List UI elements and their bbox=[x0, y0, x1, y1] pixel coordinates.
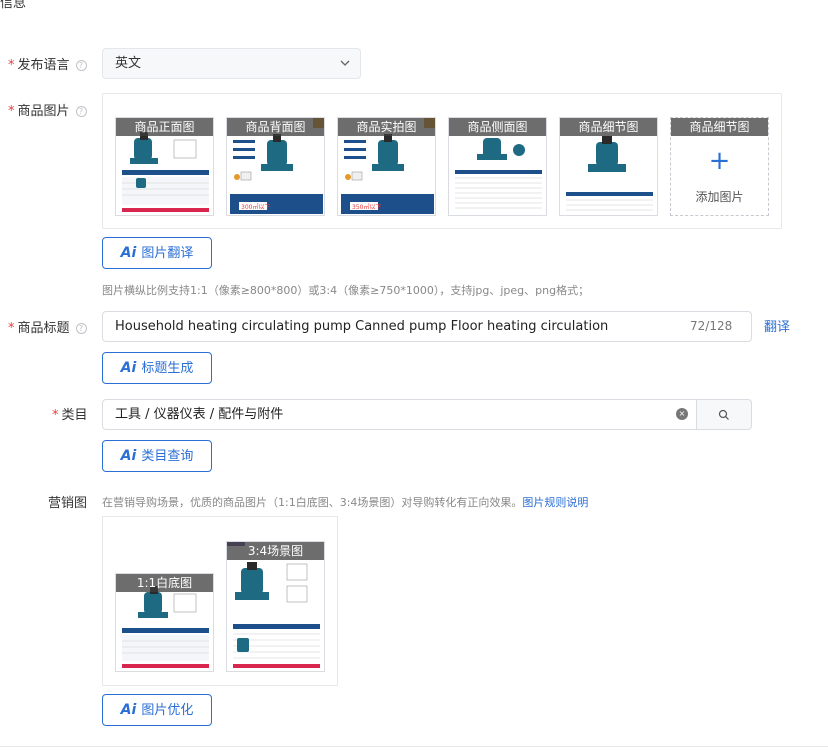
thumbnail-caption: 商品侧面图 bbox=[449, 118, 546, 136]
marketing-caption: 3:4场景图 bbox=[227, 542, 324, 560]
product-thumbnail-real[interactable]: 350㎡以下 商品实拍图 bbox=[337, 117, 436, 216]
ai-icon: Ai bbox=[120, 702, 137, 718]
category-search-button[interactable] bbox=[697, 399, 752, 430]
badge-text: 300㎡以下 bbox=[241, 203, 270, 211]
add-image-text: 添加图片 bbox=[695, 190, 744, 204]
marketing-hint: 在营销导购场景，优质的商品图片（1:1白底图、3:4场景图）对导购转化有正向效果… bbox=[102, 496, 589, 509]
image-format-hint: 图片横纵比例支持1:1（像素≥800*800）或3:4（像素≥750*1000）… bbox=[102, 284, 590, 297]
product-thumbnail-back[interactable]: 300㎡以下 商品背面图 bbox=[226, 117, 325, 216]
section-header-fragment: 信息 bbox=[0, 0, 27, 11]
ai-image-optimize-button[interactable]: Ai 图片优化 bbox=[102, 694, 212, 726]
ai-icon: Ai bbox=[120, 245, 137, 261]
thumbnail-caption: 商品正面图 bbox=[116, 118, 213, 136]
help-icon[interactable]: ? bbox=[75, 323, 87, 334]
bottom-divider bbox=[0, 746, 828, 747]
ai-title-generate-button[interactable]: Ai 标题生成 bbox=[102, 352, 212, 384]
title-char-counter: 72/128 bbox=[690, 319, 733, 333]
category-input[interactable]: 工具 / 仪器仪表 / 配件与附件 bbox=[102, 399, 697, 430]
marketing-caption: 1:1白底图 bbox=[116, 574, 213, 592]
category-label: * 类目 bbox=[52, 408, 88, 423]
image-rules-link[interactable]: 图片规则说明 bbox=[522, 496, 588, 509]
help-icon[interactable]: ? bbox=[75, 106, 87, 117]
product-thumbnail-side[interactable]: 商品侧面图 bbox=[448, 117, 547, 216]
thumbnail-caption: 商品实拍图 bbox=[338, 118, 435, 136]
translate-link[interactable]: 翻译 bbox=[764, 316, 790, 335]
marketing-label: 营销图 bbox=[48, 496, 88, 511]
thumbnail-caption: 商品细节图 bbox=[671, 118, 768, 136]
badge-text: 350㎡以下 bbox=[352, 203, 381, 211]
ai-icon: Ai bbox=[120, 448, 137, 464]
product-images-label: * 商品图片? bbox=[8, 100, 87, 119]
title-input[interactable]: Household heating circulating pump Canne… bbox=[102, 311, 752, 342]
marketing-image-scene[interactable]: 3:4场景图 bbox=[226, 541, 325, 672]
language-label: * 发布语言? bbox=[8, 54, 87, 73]
thumbnail-caption: 商品细节图 bbox=[560, 118, 657, 136]
title-label: * 商品标题? bbox=[8, 317, 87, 336]
search-icon bbox=[718, 409, 730, 425]
chevron-down-icon bbox=[340, 49, 350, 90]
ai-category-query-button[interactable]: Ai 类目查询 bbox=[102, 440, 212, 472]
help-icon[interactable]: ? bbox=[75, 60, 87, 71]
product-thumbnail-detail[interactable]: 商品细节图 bbox=[559, 117, 658, 216]
plus-icon: + bbox=[708, 146, 731, 176]
product-thumbnail-front[interactable]: 商品正面图 bbox=[115, 117, 214, 216]
add-image-slot[interactable]: 商品细节图 + 添加图片 bbox=[670, 117, 769, 216]
marketing-image-white[interactable]: 1:1白底图 bbox=[115, 573, 214, 672]
clear-icon[interactable]: × bbox=[676, 408, 688, 420]
language-select[interactable]: 英文 bbox=[102, 48, 361, 79]
thumbnail-caption: 商品背面图 bbox=[227, 118, 324, 136]
ai-image-translate-button[interactable]: Ai 图片翻译 bbox=[102, 237, 212, 269]
ai-icon: Ai bbox=[120, 360, 137, 376]
